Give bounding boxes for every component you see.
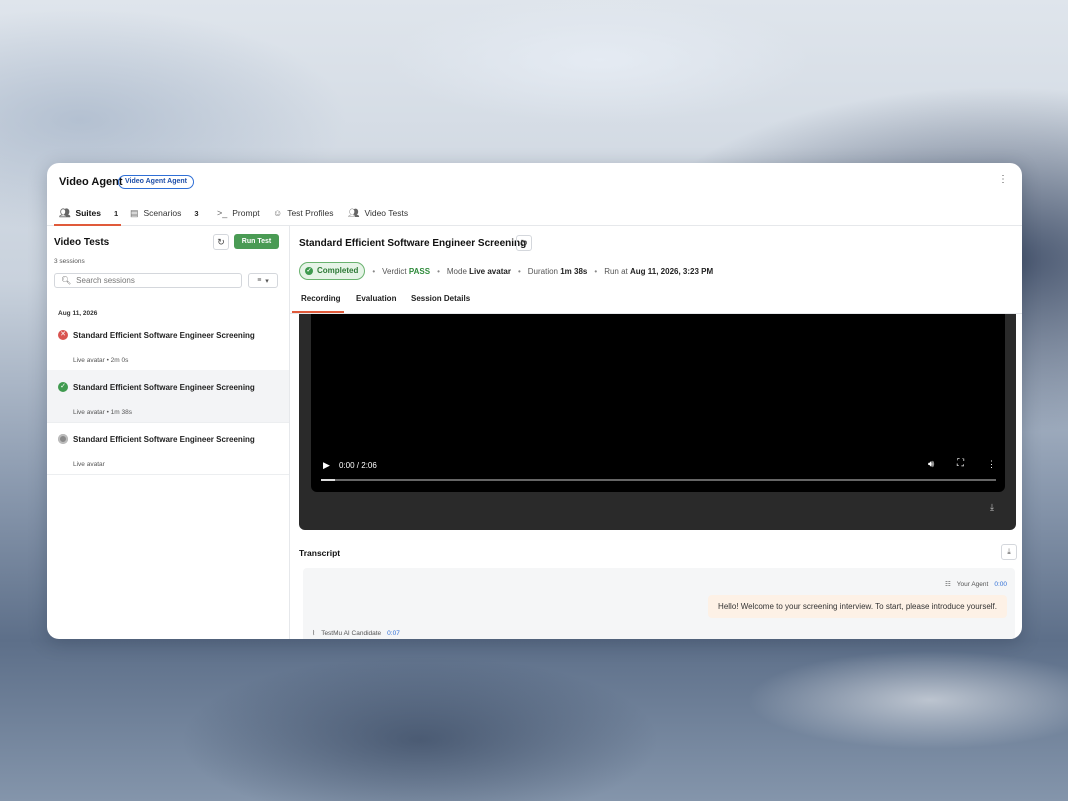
main-tabs: 👥︎ Suites 1 ▤ Scenarios 3 >_ Prompt ☺︎ T… — [47, 201, 1022, 226]
users-icon: 👥︎ — [59, 207, 71, 218]
app-window: Video Agent Video Agent Agent ⋮ 👥︎ Suite… — [47, 163, 1022, 639]
tab-scenarios[interactable]: ▤ Scenarios 3 — [130, 201, 199, 225]
filter-icon: ≡ — [257, 277, 262, 284]
session-name: Standard Efficient Software Engineer Scr… — [73, 331, 255, 340]
user-icon: ☺︎ — [273, 208, 283, 218]
microphone-icon: ⌇ — [312, 630, 316, 637]
pending-status-icon — [58, 434, 68, 444]
video-progress-fill — [321, 479, 335, 481]
search-icon: 🔍︎ — [61, 276, 72, 285]
candidate-timestamp[interactable]: 0:07 — [387, 630, 400, 637]
agent-name: Your Agent — [956, 580, 989, 588]
active-subtab-indicator — [292, 311, 344, 313]
download-icon[interactable]: ⤓ — [1001, 544, 1017, 560]
verdict-value: PASS — [408, 266, 431, 276]
date-group-label: Aug 11, 2026 — [58, 310, 98, 317]
run-at-value: Aug 11, 2026, 3:23 PM — [630, 266, 714, 276]
session-detail: Standard Efficient Software Engineer Scr… — [290, 226, 1022, 639]
tab-video-tests[interactable]: 👥︎ Video Tests — [348, 201, 408, 225]
download-icon[interactable]: ⤓ — [990, 502, 994, 513]
session-meta: Live avatar — [73, 461, 105, 468]
detail-title: Standard Efficient Software Engineer Scr… — [299, 238, 527, 249]
volume-icon[interactable]: 🔊︎ — [928, 459, 934, 470]
robot-icon: ☷ — [944, 581, 951, 588]
candidate-speaker: ⌇ TestMu AI Candidate 0:07 — [312, 629, 400, 638]
session-name: Standard Efficient Software Engineer Scr… — [73, 383, 255, 392]
session-meta: Live avatar • 2m 0s — [73, 357, 129, 364]
recording-panel: ▶ 0:00 / 2:06 🔊︎ ⛶ ⋮ ⤓ — [299, 314, 1016, 530]
search-box[interactable]: 🔍︎ — [54, 273, 242, 288]
mode-value: Live avatar — [469, 266, 511, 276]
tab-evaluation[interactable]: Evaluation — [356, 294, 396, 303]
session-count: 3 sessions — [54, 258, 85, 265]
tab-count: 1 — [113, 208, 119, 218]
transcript-title: Transcript — [299, 548, 341, 558]
users-icon: 👥︎ — [348, 207, 360, 218]
tab-count: 3 — [194, 208, 199, 218]
terminal-icon: >_ — [217, 208, 228, 218]
tab-recording[interactable]: Recording — [301, 294, 341, 303]
session-name: Standard Efficient Software Engineer Scr… — [73, 435, 255, 444]
tab-label: Test Profiles — [287, 208, 334, 218]
verdict-label: Verdict — [382, 266, 407, 276]
session-summary: ✓ Completed • Verdict PASS • Mode Live a… — [299, 262, 714, 280]
detail-tabs: Recording Evaluation Session Details — [290, 288, 1022, 314]
mode-label: Mode — [446, 266, 467, 276]
duration-label: Duration — [527, 266, 558, 276]
passed-status-icon: ✓ — [58, 382, 68, 392]
status-badge: ✓ Completed — [299, 262, 366, 280]
list-icon: ▤ — [130, 207, 139, 218]
top-bar: Video Agent Video Agent Agent ⋮ — [47, 163, 1022, 201]
fullscreen-icon[interactable]: ⛶ — [957, 458, 964, 469]
tab-session-details[interactable]: Session Details — [411, 294, 470, 303]
run-at-label: Run at — [604, 266, 628, 276]
more-menu-icon[interactable]: ⋮ — [998, 175, 1008, 185]
agent-timestamp[interactable]: 0:00 — [994, 581, 1007, 588]
duration-value: 1m 38s — [560, 266, 588, 276]
tab-label: Suites — [75, 208, 101, 218]
app-title: Video Agent — [59, 176, 123, 188]
agent-badge[interactable]: Video Agent Agent — [118, 175, 194, 189]
sidebar-title: Video Tests — [54, 237, 110, 248]
refresh-icon[interactable]: ↻ — [516, 235, 532, 251]
tab-label: Prompt — [232, 208, 260, 218]
agent-speaker: ☷ Your Agent 0:00 — [944, 580, 1007, 589]
session-meta: Live avatar • 1m 38s — [73, 409, 132, 416]
failed-status-icon: ✕ — [58, 330, 68, 340]
video-player[interactable]: ▶ 0:00 / 2:06 🔊︎ ⛶ ⋮ — [311, 314, 1005, 492]
status-text: Completed — [317, 266, 359, 275]
refresh-icon[interactable]: ↻ — [213, 234, 229, 250]
tab-prompt[interactable]: >_ Prompt — [217, 201, 260, 225]
candidate-name: TestMu AI Candidate — [321, 629, 382, 637]
agent-message: Hello! Welcome to your screening intervi… — [708, 595, 1007, 618]
tab-label: Video Tests — [364, 208, 409, 218]
video-more-icon[interactable]: ⋮ — [987, 459, 996, 470]
transcript-panel: ☷ Your Agent 0:00 Hello! Welcome to your… — [303, 568, 1015, 639]
tab-test-profiles[interactable]: ☺︎ Test Profiles — [273, 201, 334, 225]
filter-button[interactable]: ≡ ▾ — [248, 273, 278, 288]
session-item[interactable]: Standard Efficient Software Engineer Scr… — [47, 422, 289, 475]
video-time: 0:00 / 2:06 — [339, 461, 377, 470]
run-test-button[interactable]: Run Test — [234, 234, 279, 249]
tab-suites[interactable]: 👥︎ Suites 1 — [59, 201, 118, 225]
chevron-down-icon: ▾ — [265, 277, 269, 285]
play-icon[interactable]: ▶ — [323, 460, 330, 471]
video-progress-bar[interactable] — [321, 479, 996, 481]
check-icon: ✓ — [305, 267, 313, 275]
sessions-sidebar: Video Tests ↻ Run Test 3 sessions 🔍︎ ≡ ▾… — [47, 226, 290, 639]
tab-label: Scenarios — [143, 208, 182, 218]
search-input[interactable] — [76, 276, 227, 285]
session-item[interactable]: ✕ Standard Efficient Software Engineer S… — [47, 318, 289, 371]
session-item[interactable]: ✓ Standard Efficient Software Engineer S… — [47, 370, 289, 423]
